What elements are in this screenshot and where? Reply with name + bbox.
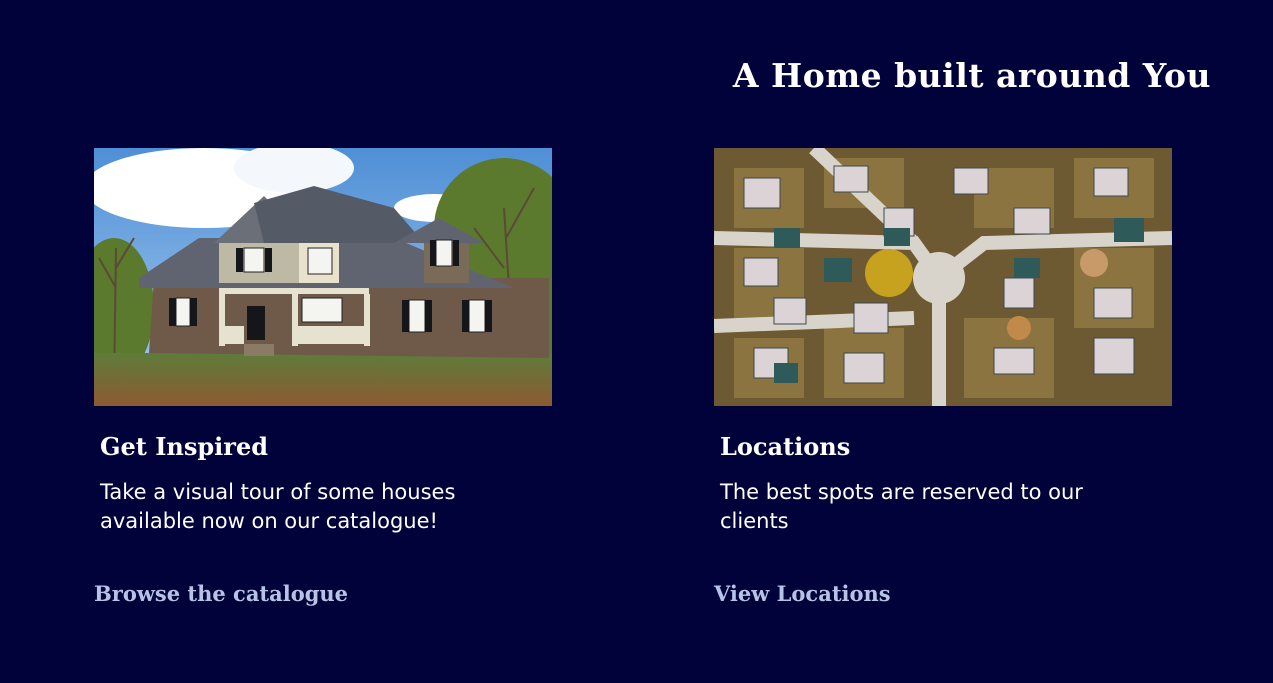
card-title: Locations	[720, 432, 851, 461]
card-title: Get Inspired	[100, 432, 268, 461]
view-locations-link[interactable]: View Locations	[714, 581, 891, 606]
card-get-inspired: Get Inspired Take a visual tour of some …	[94, 148, 552, 606]
card-description: Take a visual tour of some houses availa…	[100, 480, 456, 533]
aerial-neighborhood-photo	[714, 148, 1172, 406]
card-description: The best spots are reserved to our clien…	[720, 480, 1083, 533]
card-locations: Locations The best spots are reserved to…	[714, 148, 1172, 606]
page-title: A Home built around You	[732, 56, 1211, 95]
page: A Home built around You Get Inspired Tak…	[0, 0, 1273, 683]
house-photo	[94, 148, 552, 406]
browse-catalogue-link[interactable]: Browse the catalogue	[94, 581, 348, 606]
